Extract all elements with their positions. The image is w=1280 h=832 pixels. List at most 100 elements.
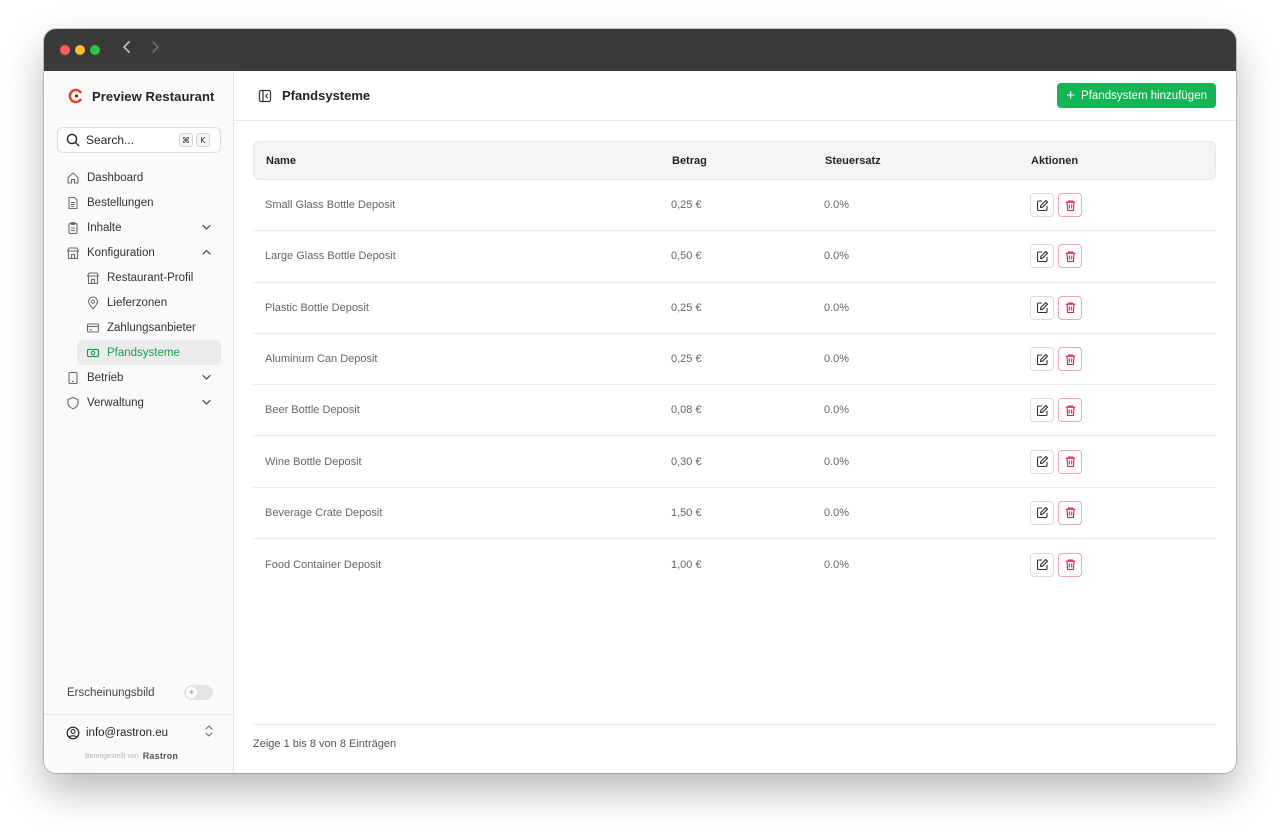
edit-button[interactable] bbox=[1030, 244, 1054, 269]
clipboard-icon bbox=[66, 221, 80, 235]
cell-tax: 0.0% bbox=[824, 353, 850, 366]
store-icon bbox=[66, 246, 80, 260]
search-icon bbox=[66, 133, 80, 147]
theme-toggle[interactable]: ☀ bbox=[184, 685, 213, 700]
sidebar-item-label: Restaurant-Profil bbox=[107, 271, 194, 284]
sidebar-divider bbox=[44, 714, 233, 715]
edit-button[interactable] bbox=[1030, 295, 1054, 320]
table-header: Name Betrag Steuersatz Aktionen bbox=[253, 141, 1216, 180]
sidebar-item-label: Dashboard bbox=[87, 171, 144, 184]
brand-name: Preview Restaurant bbox=[92, 88, 215, 104]
main-content: Pfandsysteme + Pfandsystem hinzufügen Na… bbox=[234, 71, 1236, 773]
table-row: Small Glass Bottle Deposit 0,25 € 0.0% bbox=[253, 180, 1216, 232]
sidebar-item-label: Betrieb bbox=[87, 371, 124, 384]
delete-button[interactable] bbox=[1058, 449, 1082, 474]
cell-amount: 0,08 € bbox=[671, 404, 702, 417]
trash-icon bbox=[1065, 353, 1075, 365]
delete-button[interactable] bbox=[1058, 295, 1082, 320]
sidebar-item-betrieb[interactable]: Betrieb bbox=[57, 365, 221, 390]
sun-icon: ☀ bbox=[186, 687, 197, 698]
shortcut-k-key: K bbox=[196, 133, 210, 147]
add-deposit-system-button[interactable]: + Pfandsystem hinzufügen bbox=[1057, 83, 1216, 108]
table-row: Beverage Crate Deposit 1,50 € 0.0% bbox=[253, 488, 1216, 540]
main-header: Pfandsysteme + Pfandsystem hinzufügen bbox=[234, 71, 1236, 121]
cell-name: Plastic Bottle Deposit bbox=[265, 301, 369, 314]
trash-icon bbox=[1065, 302, 1075, 314]
close-window-button[interactable] bbox=[60, 45, 70, 55]
table-body: Small Glass Bottle Deposit 0,25 € 0.0% L… bbox=[253, 180, 1216, 590]
document-icon bbox=[66, 196, 80, 210]
edit-button[interactable] bbox=[1030, 552, 1054, 577]
column-header-amount[interactable]: Betrag bbox=[672, 155, 825, 167]
forward-arrow-icon[interactable] bbox=[150, 40, 160, 59]
edit-button[interactable] bbox=[1030, 398, 1054, 423]
cell-tax: 0.0% bbox=[824, 404, 850, 417]
edit-button[interactable] bbox=[1030, 500, 1054, 525]
user-circle-icon bbox=[66, 726, 80, 739]
cell-amount: 1,00 € bbox=[671, 558, 702, 571]
tablet-icon bbox=[66, 371, 80, 385]
sidebar-item-bestellungen[interactable]: Bestellungen bbox=[57, 190, 221, 215]
delete-button[interactable] bbox=[1058, 193, 1082, 218]
chevrons-up-down-icon bbox=[204, 724, 214, 741]
cell-actions bbox=[1030, 193, 1216, 218]
edit-button[interactable] bbox=[1030, 347, 1054, 372]
sidebar-item-label: Verwaltung bbox=[87, 396, 144, 409]
back-arrow-icon[interactable] bbox=[122, 40, 132, 59]
sidebar-toggle-icon[interactable] bbox=[258, 89, 272, 103]
trash-icon bbox=[1065, 251, 1075, 262]
trash-icon bbox=[1065, 507, 1075, 519]
minimize-window-button[interactable] bbox=[75, 45, 85, 55]
rastron-logo: Rastron bbox=[142, 751, 179, 761]
delete-button[interactable] bbox=[1058, 398, 1082, 423]
cell-tax: 0.0% bbox=[824, 250, 850, 263]
column-header-tax[interactable]: Steuersatz bbox=[825, 155, 1031, 167]
account-menu[interactable]: info@rastron.eu bbox=[66, 724, 214, 741]
zoom-window-button[interactable] bbox=[90, 45, 100, 55]
search-input[interactable] bbox=[86, 133, 176, 147]
cell-actions bbox=[1030, 500, 1216, 525]
delete-button[interactable] bbox=[1058, 347, 1082, 372]
trash-icon bbox=[1065, 456, 1075, 468]
delete-button[interactable] bbox=[1058, 552, 1082, 577]
sidebar-item-pfandsysteme[interactable]: Pfandsysteme bbox=[77, 340, 221, 365]
cell-actions bbox=[1030, 295, 1216, 320]
table-row: Plastic Bottle Deposit 0,25 € 0.0% bbox=[253, 283, 1216, 334]
sidebar-item-verwaltung[interactable]: Verwaltung bbox=[57, 390, 221, 415]
trash-icon bbox=[1065, 405, 1075, 416]
edit-button[interactable] bbox=[1030, 193, 1054, 218]
sidebar-item-restaurant-profil[interactable]: Restaurant-Profil bbox=[77, 265, 221, 290]
sidebar-item-dashboard[interactable]: Dashboard bbox=[57, 165, 221, 190]
sidebar-item-zahlungsanbieter[interactable]: Zahlungsanbieter bbox=[77, 315, 221, 340]
chevron-down-icon bbox=[201, 372, 212, 386]
powered-by-label: Bereitgestellt von bbox=[85, 752, 139, 760]
delete-button[interactable] bbox=[1058, 244, 1082, 269]
edit-icon bbox=[1036, 353, 1048, 365]
sidebar-item-lieferzonen[interactable]: Lieferzonen bbox=[77, 290, 221, 315]
cell-amount: 0,25 € bbox=[671, 301, 702, 314]
sidebar-item-konfiguration[interactable]: Konfiguration bbox=[57, 240, 221, 265]
appearance-label: Erscheinungsbild bbox=[67, 686, 155, 699]
sidebar-item-inhalte[interactable]: Inhalte bbox=[57, 215, 221, 240]
cell-tax: 0.0% bbox=[824, 199, 850, 212]
cell-amount: 0,50 € bbox=[671, 250, 702, 263]
column-header-actions: Aktionen bbox=[1031, 154, 1079, 167]
shield-icon bbox=[66, 396, 80, 410]
sidebar: Preview Restaurant ⌘ K Dashboard bbox=[44, 71, 234, 773]
brand[interactable]: Preview Restaurant bbox=[68, 88, 214, 104]
column-header-name[interactable]: Name bbox=[254, 155, 672, 167]
add-button-label: Pfandsystem hinzufügen bbox=[1081, 89, 1207, 102]
cell-amount: 0,30 € bbox=[671, 455, 702, 468]
map-pin-icon bbox=[86, 295, 100, 310]
banknote-icon bbox=[86, 346, 100, 360]
table-footer-divider bbox=[253, 724, 1216, 725]
delete-button[interactable] bbox=[1058, 500, 1082, 525]
search-box[interactable]: ⌘ K bbox=[57, 127, 221, 153]
edit-icon bbox=[1036, 559, 1048, 571]
edit-button[interactable] bbox=[1030, 449, 1054, 474]
cell-tax: 0.0% bbox=[824, 506, 850, 519]
cell-name: Wine Bottle Deposit bbox=[265, 455, 362, 468]
edit-icon bbox=[1036, 456, 1048, 468]
app-window: Preview Restaurant ⌘ K Dashboard bbox=[44, 29, 1236, 773]
edit-icon bbox=[1036, 404, 1048, 416]
